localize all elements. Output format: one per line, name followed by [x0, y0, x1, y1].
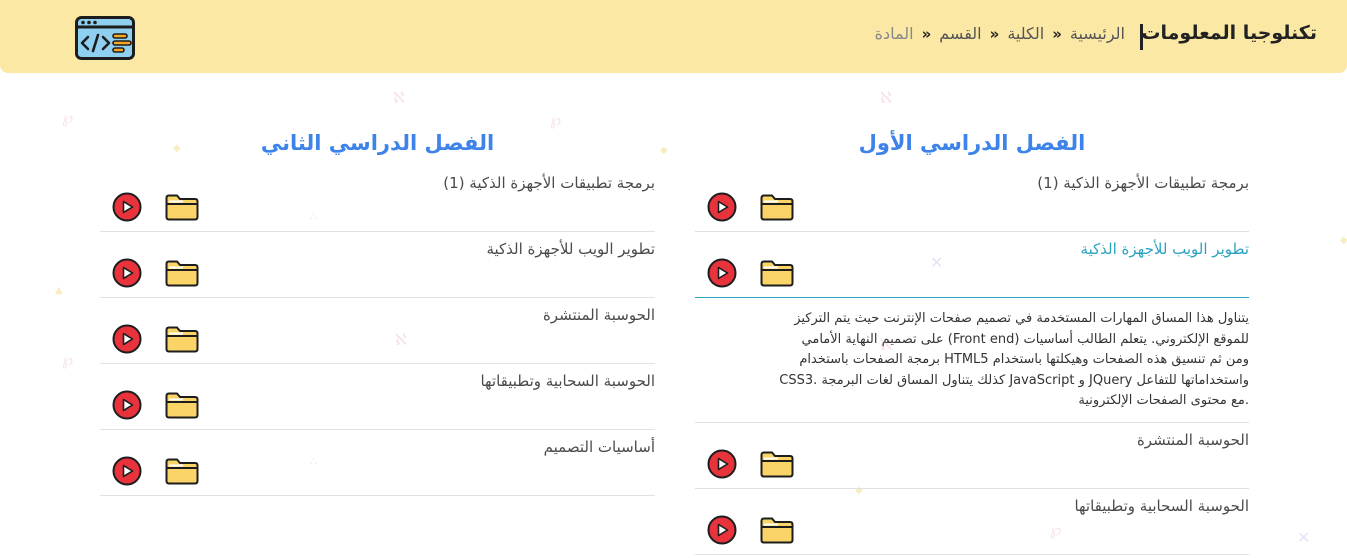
background-pattern: ℘ [62, 108, 74, 127]
course-name[interactable]: أساسيات التصميم [544, 438, 655, 456]
double-chevron-icon: « [1052, 24, 1062, 43]
double-chevron-icon: « [989, 24, 1000, 43]
semester-two-title: الفصل الدراسي الثاني [260, 131, 495, 155]
folder-icon[interactable] [165, 260, 199, 287]
course-item[interactable]: الحوسبة السحابية وتطبيقاتها [100, 364, 655, 430]
background-pattern: ◆ [1340, 235, 1347, 246]
background-pattern: ℵ [880, 88, 892, 107]
play-icon[interactable] [112, 324, 142, 354]
description-line: يتناول هذا المساق المهارات المستخدمة في … [794, 311, 1249, 326]
course-name[interactable]: الحوسبة المنتشرة [543, 306, 655, 324]
semester-one-title: الفصل الدراسي الأول [858, 131, 1086, 155]
folder-icon[interactable] [165, 392, 199, 419]
breadcrumb-college[interactable]: الكلية [1007, 24, 1044, 43]
course-name[interactable]: تطوير الويب للأجهزة الذكية [486, 240, 655, 258]
play-icon[interactable] [707, 258, 737, 288]
play-icon[interactable] [112, 258, 142, 288]
code-window-icon[interactable] [75, 16, 135, 60]
folder-icon[interactable] [760, 260, 794, 287]
folder-icon[interactable] [165, 194, 199, 221]
course-item[interactable]: تطوير الويب للأجهزة الذكية [100, 232, 655, 298]
breadcrumb: الرئيسية « الكلية « القسم « المادة [875, 24, 1125, 43]
site-title[interactable]: تكنلوجيا المعلومات [1141, 22, 1317, 44]
description-line: ومن ثم تنسيق هذه الصفحات وهيكلتها باستخد… [799, 352, 1249, 367]
course-item[interactable]: الحوسبة المنتشرة [695, 423, 1249, 489]
description-line: .مع محتوى الصفحات الإلكترونية [1078, 393, 1249, 408]
course-name[interactable]: الحوسبة السحابية وتطبيقاتها [480, 372, 655, 390]
semester-one-panel: الفصل الدراسي الأول برمجة تطبيقات الأجهز… [695, 120, 1249, 555]
course-item[interactable]: الحوسبة المنتشرة [100, 298, 655, 364]
double-chevron-icon: « [921, 24, 932, 43]
top-header: تكنلوجيا المعلومات الرئيسية « الكلية « ا… [0, 0, 1347, 73]
course-item[interactable]: برمجة تطبيقات الأجهزة الذكية (1) [100, 166, 655, 232]
semester-two-panel: الفصل الدراسي الثاني برمجة تطبيقات الأجه… [100, 120, 655, 496]
description-line: واستخداماتها للتفاعل JQuery و JavaScript… [779, 372, 1249, 388]
course-name[interactable]: الحوسبة المنتشرة [1137, 431, 1249, 449]
breadcrumb-subject: المادة [874, 24, 914, 43]
description-line: للموقع الإلكتروني. يتعلم الطالب أساسيات … [801, 331, 1249, 347]
play-icon[interactable] [112, 192, 142, 222]
course-item[interactable]: أساسيات التصميم [100, 430, 655, 496]
background-pattern: ℘ [62, 350, 74, 369]
play-icon[interactable] [707, 192, 737, 222]
course-item[interactable]: برمجة تطبيقات الأجهزة الذكية (1) [695, 166, 1249, 232]
play-icon[interactable] [112, 390, 142, 420]
course-item-expanded[interactable]: تطوير الويب للأجهزة الذكية [695, 232, 1249, 298]
background-pattern: ◆ [660, 145, 668, 156]
course-name[interactable]: تطوير الويب للأجهزة الذكية [1080, 240, 1249, 258]
folder-icon[interactable] [760, 517, 794, 544]
folder-icon[interactable] [165, 326, 199, 353]
breadcrumb-home[interactable]: الرئيسية [1070, 24, 1125, 43]
background-pattern: ▲ [55, 285, 63, 296]
course-name[interactable]: برمجة تطبيقات الأجهزة الذكية (1) [443, 174, 655, 192]
folder-icon[interactable] [760, 194, 794, 221]
background-pattern: ✕ [1297, 528, 1311, 547]
course-description: يتناول هذا المساق المهارات المستخدمة في … [695, 298, 1249, 423]
play-icon[interactable] [707, 515, 737, 545]
play-icon[interactable] [707, 449, 737, 479]
folder-icon[interactable] [760, 451, 794, 478]
course-name[interactable]: الحوسبة السحابية وتطبيقاتها [1074, 497, 1249, 515]
course-name[interactable]: برمجة تطبيقات الأجهزة الذكية (1) [1037, 174, 1249, 192]
background-pattern: ℵ [393, 88, 405, 107]
title-divider [1140, 24, 1143, 50]
breadcrumb-department[interactable]: القسم [939, 24, 981, 43]
play-icon[interactable] [112, 456, 142, 486]
folder-icon[interactable] [165, 458, 199, 485]
course-item[interactable]: الحوسبة السحابية وتطبيقاتها [695, 489, 1249, 555]
